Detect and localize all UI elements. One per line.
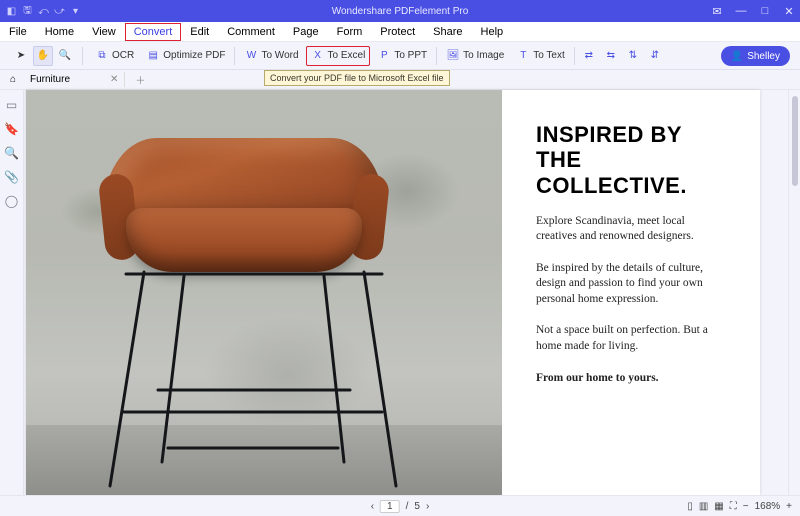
page-paragraph-2: Be inspired by the details of culture, d… — [536, 261, 726, 308]
optimize-pdf-button[interactable]: ▤Optimize PDF — [141, 46, 230, 66]
view-single-icon[interactable]: ▯ — [687, 501, 693, 512]
chair-legs — [26, 90, 502, 495]
zoom-tool[interactable]: 🔍 — [55, 46, 75, 66]
page-total: 5 — [414, 501, 420, 512]
new-tab-button[interactable]: ＋ — [129, 72, 151, 87]
optimize-label: Optimize PDF — [163, 50, 225, 61]
batch-convert-c-icon[interactable]: ⇅ — [623, 46, 643, 66]
page-hero-image — [26, 90, 502, 495]
side-rail: ▭ 🔖 🔍 📎 ◯ — [0, 90, 24, 495]
zoom-in-icon[interactable]: + — [786, 501, 792, 512]
prev-page-icon[interactable]: ‹ — [371, 501, 374, 512]
menu-comment[interactable]: Comment — [218, 23, 284, 41]
toolbar-separator — [436, 47, 437, 65]
menu-form[interactable]: Form — [328, 23, 372, 41]
convert-group: ⧉OCR ▤Optimize PDF WTo Word XTo Excel PT… — [85, 46, 670, 66]
menu-view[interactable]: View — [83, 23, 125, 41]
to-image-button[interactable]: 🖼To Image — [441, 46, 509, 66]
hand-tool[interactable]: ✋ — [33, 46, 53, 66]
view-continuous-icon[interactable]: ▥ — [699, 501, 708, 512]
user-icon: 👤 — [731, 51, 743, 62]
to-text-label: To Text — [533, 50, 565, 61]
batch-convert-d-icon[interactable]: ⇵ — [645, 46, 665, 66]
minimize-icon[interactable]: — — [734, 5, 748, 17]
close-icon[interactable]: ✕ — [782, 5, 796, 18]
page-current[interactable]: 1 — [380, 500, 400, 513]
to-excel-tooltip: Convert your PDF file to Microsoft Excel… — [264, 70, 450, 86]
status-right-group: ▯ ▥ ▦ ⛶ − 168% + — [687, 501, 792, 512]
document-page: INSPIRED BY THE COLLECTIVE. Explore Scan… — [26, 90, 760, 495]
zoom-out-icon[interactable]: − — [743, 501, 749, 512]
page-heading: INSPIRED BY THE COLLECTIVE. — [536, 122, 734, 198]
menu-edit[interactable]: Edit — [181, 23, 218, 41]
page-area[interactable]: INSPIRED BY THE COLLECTIVE. Explore Scan… — [24, 90, 788, 495]
vertical-scrollbar[interactable] — [788, 90, 800, 495]
maximize-icon[interactable]: □ — [758, 5, 772, 17]
menu-convert[interactable]: Convert — [125, 23, 182, 41]
to-word-label: To Word — [261, 50, 298, 61]
comments-panel-icon[interactable]: ◯ — [5, 194, 19, 208]
to-image-label: To Image — [463, 50, 504, 61]
menu-share[interactable]: Share — [424, 23, 471, 41]
titlebar-right-group: ✉ — □ ✕ — [710, 5, 796, 18]
pointer-group: ➤ ✋ 🔍 — [6, 46, 80, 66]
scrollbar-thumb[interactable] — [792, 96, 798, 186]
heading-line2: THE COLLECTIVE. — [536, 147, 687, 197]
zoom-value[interactable]: 168% — [755, 501, 781, 512]
home-tab-icon[interactable]: ⌂ — [6, 73, 20, 87]
thumbnails-panel-icon[interactable]: ▭ — [5, 98, 19, 112]
to-excel-button[interactable]: XTo Excel — [306, 46, 371, 66]
menu-page[interactable]: Page — [284, 23, 328, 41]
menu-help[interactable]: Help — [472, 23, 513, 41]
view-fit-icon[interactable]: ⛶ — [730, 501, 737, 512]
menu-bar: File Home View Convert Edit Comment Page… — [0, 22, 800, 42]
menu-protect[interactable]: Protect — [371, 23, 424, 41]
menu-file[interactable]: File — [0, 23, 36, 41]
page-text-column: INSPIRED BY THE COLLECTIVE. Explore Scan… — [502, 90, 760, 495]
document-tab[interactable]: Furniture ✕ — [24, 72, 125, 87]
title-bar: ◧ 🖫 ⤺ ⤻ ▾ Wondershare PDFelement Pro ✉ —… — [0, 0, 800, 22]
toolbar: ➤ ✋ 🔍 ⧉OCR ▤Optimize PDF WTo Word XTo Ex… — [0, 42, 800, 70]
status-bar: ‹ 1 / 5 › ▯ ▥ ▦ ⛶ − 168% + — [0, 495, 800, 516]
tab-label: Furniture — [30, 74, 70, 85]
search-panel-icon[interactable]: 🔍 — [5, 146, 19, 160]
ocr-button[interactable]: ⧉OCR — [90, 46, 139, 66]
view-facing-icon[interactable]: ▦ — [714, 501, 723, 512]
mail-icon[interactable]: ✉ — [710, 5, 724, 18]
to-excel-label: To Excel — [328, 50, 366, 61]
ocr-label: OCR — [112, 50, 134, 61]
toolbar-separator — [82, 47, 83, 65]
workspace: ▭ 🔖 🔍 📎 ◯ — [0, 90, 800, 495]
bookmarks-panel-icon[interactable]: 🔖 — [5, 122, 19, 136]
to-ppt-button[interactable]: PTo PPT — [372, 46, 432, 66]
page-paragraph-1: Explore Scandinavia, meet local creative… — [536, 214, 726, 245]
page-paragraph-4: From our home to yours. — [536, 371, 726, 387]
to-ppt-label: To PPT — [394, 50, 427, 61]
page-paragraph-3: Not a space built on perfection. But a h… — [536, 323, 726, 354]
tab-close-icon[interactable]: ✕ — [110, 74, 118, 85]
to-text-button[interactable]: TTo Text — [511, 46, 570, 66]
page-separator: / — [406, 501, 409, 512]
toolbar-separator — [574, 47, 575, 65]
to-word-button[interactable]: WTo Word — [239, 46, 303, 66]
menu-home[interactable]: Home — [36, 23, 83, 41]
app-title: Wondershare PDFelement Pro — [0, 6, 800, 17]
pointer-tool[interactable]: ➤ — [11, 46, 31, 66]
toolbar-separator — [234, 47, 235, 65]
batch-convert-a-icon[interactable]: ⇄ — [579, 46, 599, 66]
batch-convert-b-icon[interactable]: ⇆ — [601, 46, 621, 66]
user-account-pill[interactable]: 👤 Shelley — [721, 46, 790, 66]
user-name: Shelley — [747, 51, 780, 62]
page-navigator: ‹ 1 / 5 › — [371, 500, 430, 513]
heading-line1: INSPIRED BY — [536, 122, 682, 147]
next-page-icon[interactable]: › — [426, 501, 429, 512]
attachments-panel-icon[interactable]: 📎 — [5, 170, 19, 184]
